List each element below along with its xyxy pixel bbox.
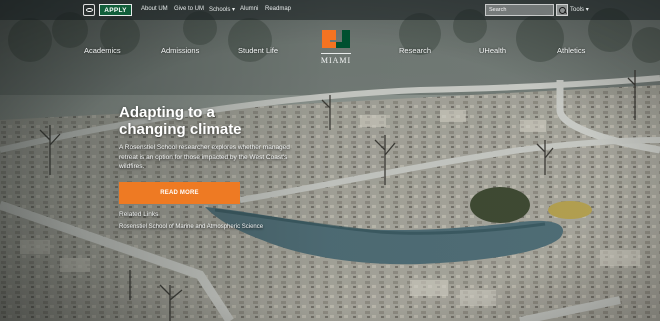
tools-menu[interactable]: Tools ▾: [570, 6, 589, 13]
hero-teaser-text: A Rosenstiel School researcher explores …: [119, 144, 290, 171]
u-logo-icon: [322, 30, 350, 48]
alumni-link[interactable]: Alumni: [240, 6, 258, 12]
give-to-um-link[interactable]: Give to UM: [174, 6, 204, 12]
logo-rule: [321, 53, 351, 54]
related-links-heading: Related Links: [119, 211, 159, 218]
accessibility-eye-button[interactable]: [83, 4, 95, 16]
caret-down-icon: ▾: [585, 7, 589, 13]
nav-student-life[interactable]: Student Life: [238, 46, 278, 55]
headline-line-1: Adapting to a: [119, 104, 215, 121]
university-logo[interactable]: MIAMI: [312, 26, 360, 70]
about-um-link[interactable]: About UM: [141, 6, 168, 12]
related-link-rosenstiel[interactable]: Rosenstiel School of Marine and Atmosphe…: [119, 224, 263, 230]
caret-down-icon: ▾: [232, 7, 236, 13]
search-input[interactable]: Search: [485, 4, 554, 16]
search-icon[interactable]: [556, 4, 568, 16]
nav-admissions[interactable]: Admissions: [161, 46, 199, 55]
logo-wordmark: MIAMI: [320, 56, 352, 65]
schools-label: Schools: [209, 7, 231, 13]
eye-icon: [85, 8, 93, 12]
nav-athletics[interactable]: Athletics: [557, 46, 585, 55]
nav-research[interactable]: Research: [399, 46, 431, 55]
readmap-link[interactable]: Readmap: [265, 6, 291, 12]
tools-label: Tools: [570, 7, 585, 13]
headline-line-2: changing climate: [119, 121, 242, 138]
read-more-button[interactable]: READ MORE: [119, 182, 240, 204]
nav-uhealth[interactable]: UHealth: [479, 46, 506, 55]
schools-menu[interactable]: Schools ▾: [209, 6, 235, 13]
apply-button[interactable]: APPLY: [99, 4, 132, 16]
nav-academics[interactable]: Academics: [84, 46, 121, 55]
hero-headline: Adapting to a changing climate: [119, 104, 289, 138]
